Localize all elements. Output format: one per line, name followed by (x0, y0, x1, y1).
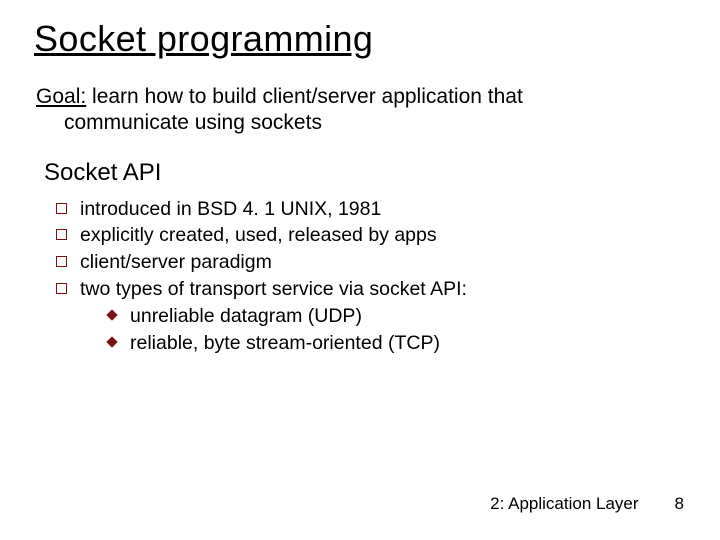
goal-text-2: communicate using sockets (36, 110, 676, 136)
bullet-list: introduced in BSD 4. 1 UNIX, 1981 explic… (54, 197, 686, 357)
list-item: reliable, byte stream-oriented (TCP) (106, 331, 686, 357)
slide: Socket programming Goal: learn how to bu… (0, 0, 720, 540)
list-item: introduced in BSD 4. 1 UNIX, 1981 (54, 197, 686, 223)
section-subhead: Socket API (44, 159, 686, 187)
goal-label: Goal: (36, 85, 86, 108)
list-item: two types of transport service via socke… (54, 277, 686, 357)
list-item: client/server paradigm (54, 250, 686, 276)
slide-title: Socket programming (34, 18, 686, 60)
list-item: explicitly created, used, released by ap… (54, 223, 686, 249)
footer-page-number: 8 (675, 494, 684, 514)
goal-text-1: learn how to build client/server applica… (86, 85, 523, 108)
list-item: unreliable datagram (UDP) (106, 304, 686, 330)
list-item-text: two types of transport service via socke… (80, 278, 467, 300)
goal-line: Goal: learn how to build client/server a… (34, 84, 686, 137)
slide-footer: 2: Application Layer 8 (490, 494, 684, 514)
sub-bullet-list: unreliable datagram (UDP) reliable, byte… (106, 304, 686, 356)
footer-section: 2: Application Layer (490, 494, 638, 514)
